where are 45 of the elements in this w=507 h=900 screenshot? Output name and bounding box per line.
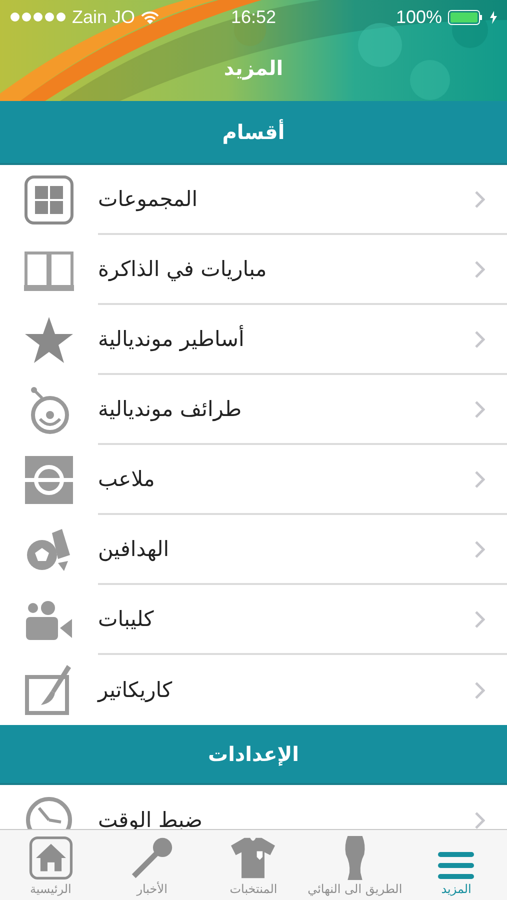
menu-item-label: ملاعب bbox=[98, 467, 155, 491]
menu-item[interactable]: المجموعات bbox=[0, 165, 507, 235]
menu-item[interactable]: أساطير مونديالية bbox=[0, 305, 507, 375]
menu-item-label: كليبات bbox=[98, 607, 154, 631]
star-icon bbox=[25, 317, 73, 363]
menu-item-label: كاريكاتير bbox=[98, 678, 172, 702]
stadium-icon bbox=[25, 456, 73, 504]
chevron-icon bbox=[475, 540, 485, 558]
battery-icon bbox=[448, 10, 484, 24]
section-header: الإعدادات bbox=[0, 725, 507, 785]
menu-icon bbox=[438, 850, 474, 880]
microphone-icon bbox=[130, 836, 174, 880]
signal-icon bbox=[10, 12, 66, 22]
open-book-icon bbox=[24, 249, 74, 291]
menu-item-label: المجموعات bbox=[98, 187, 198, 211]
menu-item[interactable]: مباريات في الذاكرة bbox=[0, 235, 507, 305]
home-icon bbox=[28, 836, 73, 880]
battery-percent: 100% bbox=[396, 6, 442, 28]
clock-time: 16:52 bbox=[230, 6, 276, 28]
chevron-icon bbox=[475, 682, 485, 698]
chevron-icon bbox=[475, 260, 485, 278]
tab[interactable]: المزيد bbox=[406, 830, 507, 900]
menu-item-label: مباريات في الذاكرة bbox=[98, 257, 267, 281]
groups-grid-icon bbox=[24, 175, 74, 225]
menu-item[interactable]: كاريكاتير bbox=[0, 655, 507, 725]
carrier-name: Zain JO bbox=[72, 6, 136, 28]
section-header: أقسام bbox=[0, 101, 507, 165]
menu-item-label: الهدافين bbox=[98, 537, 170, 561]
menu-item[interactable]: الهدافين bbox=[0, 515, 507, 585]
menu-item-label: أساطير مونديالية bbox=[98, 327, 244, 351]
menu-item[interactable]: كليبات bbox=[0, 585, 507, 655]
shirt-icon bbox=[231, 836, 276, 880]
canvas-brush-icon bbox=[25, 665, 73, 715]
chevron-icon bbox=[475, 610, 485, 628]
chevron-icon bbox=[475, 330, 485, 348]
screen-title: المزيد bbox=[224, 56, 284, 80]
trophy-icon bbox=[344, 836, 366, 880]
wifi-icon bbox=[141, 10, 160, 24]
menu-item-label: طرائف مونديالية bbox=[98, 397, 242, 421]
chevron-icon bbox=[475, 470, 485, 488]
chevron-icon bbox=[475, 400, 485, 418]
chevron-icon bbox=[475, 190, 485, 208]
menu-item[interactable]: ملاعب bbox=[0, 445, 507, 515]
menu-item[interactable]: طرائف مونديالية bbox=[0, 375, 507, 445]
video-camera-icon bbox=[26, 600, 72, 640]
